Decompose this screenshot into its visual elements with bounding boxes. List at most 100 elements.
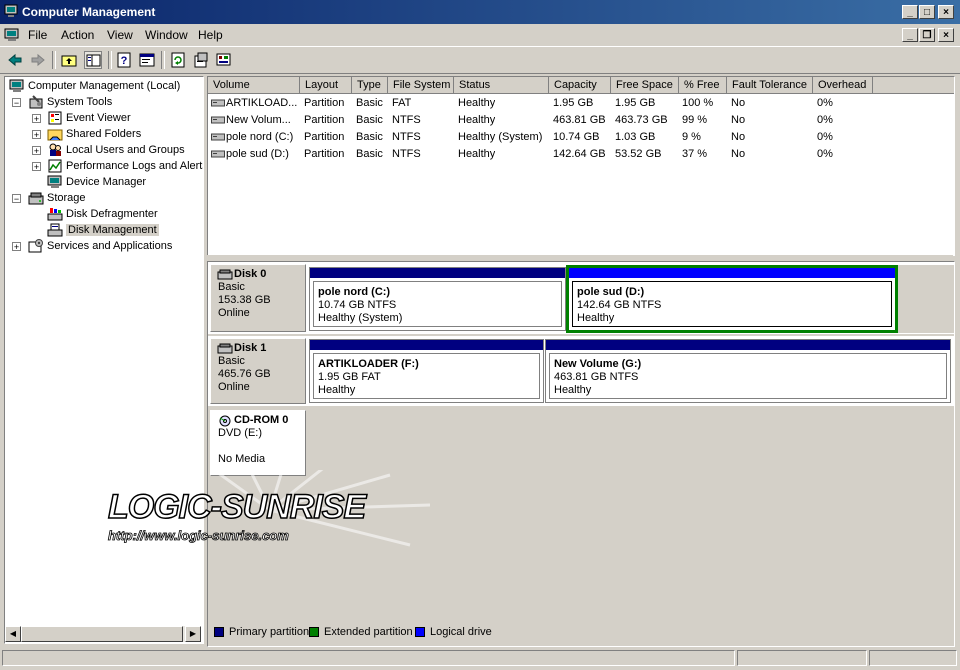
table-cell: Healthy	[458, 114, 496, 126]
partition-name: pole sud (D:)	[577, 286, 645, 298]
settings-button[interactable]	[215, 51, 233, 69]
scroll-thumb[interactable]	[21, 626, 183, 642]
partition-status: Healthy	[318, 384, 356, 396]
table-cell: Partition	[304, 114, 345, 126]
defragmenter-icon	[47, 208, 63, 221]
column-header-status[interactable]: Status	[454, 77, 549, 94]
tree-item-label: Shared Folders	[66, 128, 142, 140]
table-cell: No	[731, 97, 746, 109]
disk-info-0[interactable]: Disk 0 Basic 153.38 GB Online	[210, 264, 306, 332]
expand-toggle[interactable]: +	[32, 162, 41, 172]
table-cell: No	[731, 114, 746, 126]
table-cell: 142.64 GB	[553, 148, 606, 160]
computer-management-icon	[4, 4, 18, 17]
expand-toggle[interactable]: +	[32, 130, 41, 140]
partition-artikloader[interactable]: ARTIKLOADER (F:) 1.95 GB FAT Healthy	[309, 339, 544, 403]
table-cell: Partition	[304, 131, 345, 143]
app-menu-icon[interactable]	[4, 27, 20, 43]
close-button[interactable]: ×	[938, 5, 954, 19]
export-list-button[interactable]	[192, 51, 210, 69]
table-cell: NTFS	[392, 131, 421, 143]
disk-management-icon	[47, 223, 63, 237]
show-hide-tree-button[interactable]	[84, 51, 102, 69]
column-header-file-system[interactable]: File System	[388, 77, 454, 94]
table-cell: pole nord (C:)	[226, 131, 294, 143]
table-row[interactable]: pole sud (D:) Partition Basic NTFS Healthy 14…	[208, 146, 954, 163]
minimize-button[interactable]: _	[902, 5, 918, 19]
table-row[interactable]: New Volum... Partition Basic NTFS Healthy 463…	[208, 112, 954, 129]
disk-info-1[interactable]: Disk 1 Basic 465.76 GB Online	[210, 338, 306, 404]
partition-status: Healthy	[577, 312, 615, 324]
refresh-button[interactable]	[169, 51, 187, 69]
properties-button[interactable]	[138, 51, 156, 69]
tree-item-label: Storage	[47, 192, 86, 204]
help-button[interactable]: ?	[115, 51, 133, 69]
tree-item-label: Disk Defragmenter	[66, 208, 158, 220]
column-header-capacity[interactable]: Capacity	[549, 77, 611, 94]
partition-new-volume[interactable]: New Volume (G:) 463.81 GB NTFS Healthy	[545, 339, 951, 403]
legend-swatch-primary	[214, 627, 224, 637]
scroll-right-button[interactable]: ▶	[185, 626, 201, 642]
forward-button[interactable]	[29, 51, 47, 69]
child-close-button[interactable]: ×	[938, 28, 954, 42]
expand-toggle[interactable]: +	[32, 114, 41, 124]
export-icon	[194, 52, 208, 68]
partition-pole-nord[interactable]: pole nord (C:) 10.74 GB NTFS Healthy (Sy…	[309, 267, 566, 331]
column-header-layout[interactable]: Layout	[300, 77, 352, 94]
disk-type: Basic	[218, 281, 245, 293]
menu-action[interactable]: Action	[61, 28, 94, 42]
expand-toggle[interactable]: +	[32, 146, 41, 156]
unallocated-gap	[898, 265, 954, 333]
disk-row-1[interactable]: Disk 1 Basic 465.76 GB Online ARTIKLOADE…	[208, 336, 954, 406]
tree-item-label: Local Users and Groups	[66, 144, 185, 156]
toolbar-separator	[108, 51, 112, 69]
partition-status: Healthy	[554, 384, 592, 396]
system-tools-icon	[29, 95, 43, 109]
column-header-percent-free[interactable]: % Free	[679, 77, 727, 94]
table-cell: 463.73 GB	[615, 114, 668, 126]
scroll-left-button[interactable]: ◀	[5, 626, 21, 642]
menu-file[interactable]: File	[28, 28, 47, 42]
collapse-toggle[interactable]: −	[12, 194, 21, 204]
tree-horizontal-scrollbar[interactable]: ◀ ▶	[5, 626, 201, 642]
legend-swatch-extended	[309, 627, 319, 637]
title-bar: Computer Management _ □ ×	[0, 0, 960, 24]
status-panel-main	[2, 650, 735, 666]
column-header-volume[interactable]: Volume	[208, 77, 300, 94]
disk-row-0[interactable]: Disk 0 Basic 153.38 GB Online pole nord …	[208, 262, 954, 334]
expand-toggle[interactable]: +	[12, 242, 21, 252]
table-cell: ARTIKLOAD...	[226, 97, 298, 109]
menu-help[interactable]: Help	[198, 28, 223, 42]
up-one-level-button[interactable]	[60, 51, 78, 69]
column-header-overhead[interactable]: Overhead	[813, 77, 873, 94]
table-row[interactable]: ARTIKLOAD... Partition Basic FAT Healthy 1.95…	[208, 95, 954, 112]
cdrom-info[interactable]: CD-ROM 0 DVD (E:) No Media	[210, 410, 306, 476]
partition-size: 1.95 GB FAT	[318, 371, 381, 383]
properties-icon	[139, 53, 155, 67]
child-minimize-button[interactable]: _	[902, 28, 918, 42]
menu-window[interactable]: Window	[145, 28, 188, 42]
partition-pole-sud[interactable]: pole sud (D:) 142.64 GB NTFS Healthy	[566, 265, 898, 333]
collapse-toggle[interactable]: −	[12, 98, 21, 108]
cdrom-row[interactable]: CD-ROM 0 DVD (E:) No Media	[208, 408, 954, 478]
table-cell: 53.52 GB	[615, 148, 662, 160]
maximize-button[interactable]: □	[919, 5, 935, 19]
back-button[interactable]	[6, 51, 24, 69]
table-row[interactable]: pole nord (C:) Partition Basic NTFS Healthy …	[208, 129, 954, 146]
volume-icon	[211, 116, 225, 124]
tree-item-label: Disk Management	[66, 224, 159, 236]
partition-name: ARTIKLOADER (F:)	[318, 358, 419, 370]
console-tree-icon	[86, 54, 101, 67]
column-header-fault-tolerance[interactable]: Fault Tolerance	[727, 77, 813, 94]
partition-body: pole sud (D:) 142.64 GB NTFS Healthy	[572, 281, 892, 327]
child-restore-button[interactable]: ❐	[919, 28, 935, 42]
disk-graphical-view: Disk 0 Basic 153.38 GB Online pole nord …	[207, 261, 955, 647]
column-header-type[interactable]: Type	[352, 77, 388, 94]
console-tree: Computer Management (Local) − System Too…	[4, 76, 204, 644]
primary-partition-bar	[310, 268, 565, 278]
tree-item-label: Performance Logs and Alerts	[66, 160, 204, 172]
column-header-free-space[interactable]: Free Space	[611, 77, 679, 94]
table-cell: 1.03 GB	[615, 131, 656, 143]
disk-type: Basic	[218, 355, 245, 367]
menu-view[interactable]: View	[107, 28, 133, 42]
